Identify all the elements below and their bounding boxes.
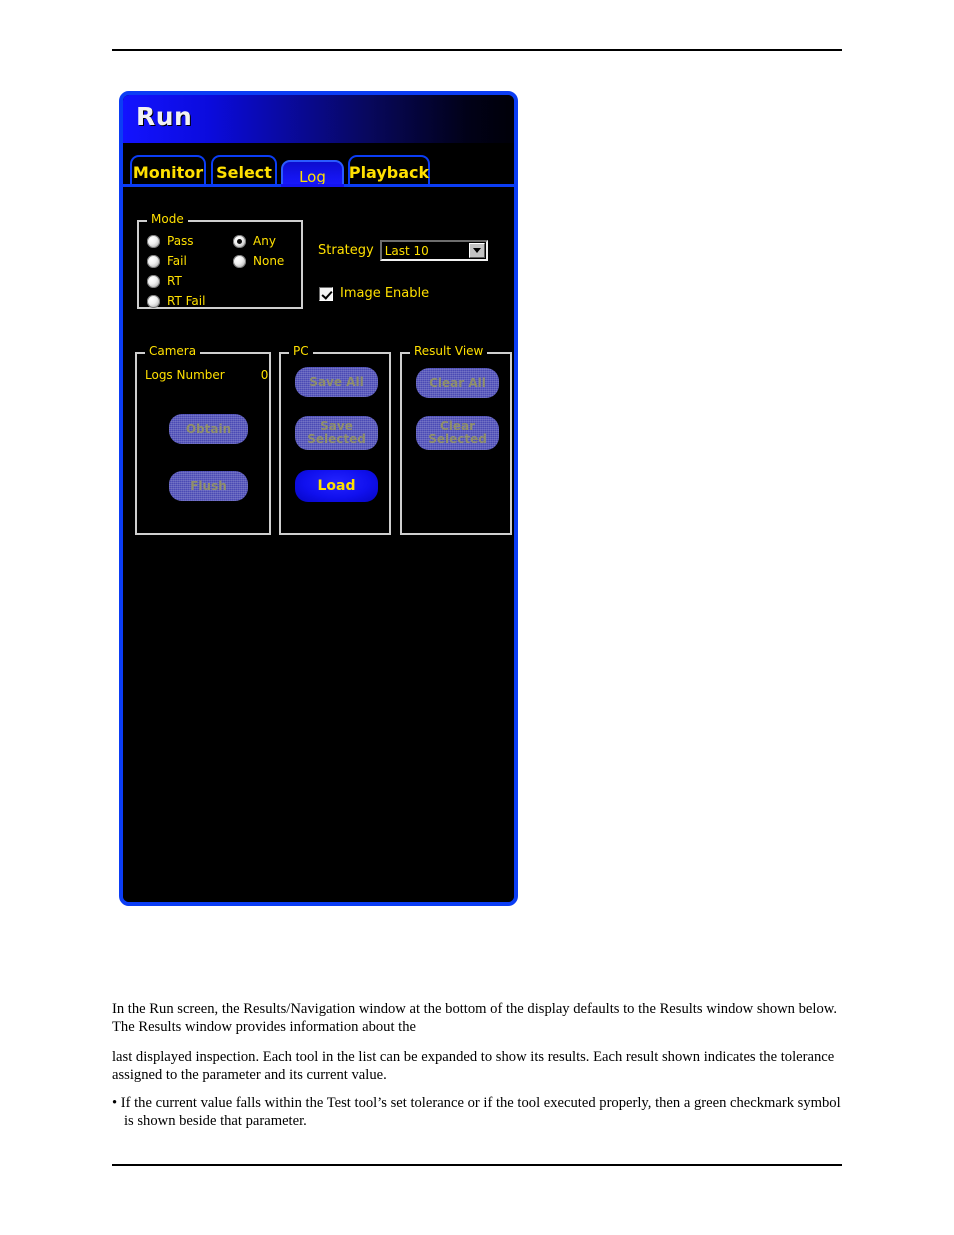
body-paragraph-2: last displayed inspection. Each tool in … — [112, 1049, 835, 1083]
page-rule-bottom — [112, 1164, 842, 1166]
logs-number-value: 0 — [260, 368, 269, 382]
radio-pass[interactable]: Pass — [147, 234, 194, 248]
body-bullet-1: • If the current value falls within the … — [112, 1095, 841, 1129]
logs-number-label: Logs Number — [145, 368, 225, 382]
radio-any[interactable]: Any — [233, 234, 276, 248]
page-title: Run — [136, 102, 193, 131]
obtain-button-label: Obtain — [185, 421, 232, 436]
logs-number-row: Logs Number 0 — [145, 368, 268, 382]
load-button-label: Load — [317, 477, 356, 494]
radio-rt-fail[interactable]: RT Fail — [147, 294, 205, 308]
radio-rt-fail-label: RT Fail — [167, 294, 206, 308]
radio-pass-label: Pass — [167, 234, 194, 248]
strategy-label: Strategy — [318, 243, 374, 258]
camera-group-title: Camera — [145, 344, 201, 358]
run-screen-window: Run Monitor Select Log Playback Mode Pas… — [119, 91, 518, 906]
strategy-select[interactable]: Last 10 — [379, 240, 488, 261]
clear-all-button-label: Clear All — [429, 375, 486, 390]
chevron-down-icon[interactable] — [468, 243, 485, 258]
mode-group-title: Mode — [147, 212, 188, 226]
tab-monitor[interactable]: Monitor — [130, 155, 206, 187]
save-selected-button-label: Save Selected — [307, 419, 366, 446]
radio-fail[interactable]: Fail — [147, 254, 187, 268]
radio-none-icon — [233, 254, 246, 268]
radio-none[interactable]: None — [233, 254, 284, 268]
image-enable-row[interactable]: Image Enable — [319, 286, 429, 301]
camera-group: Camera Logs Number 0 Obtain Flush — [135, 344, 271, 535]
result-view-group: Result View Clear All Clear Selected — [400, 344, 512, 535]
flush-button[interactable]: Flush — [169, 471, 248, 501]
save-all-button-label: Save All — [309, 374, 364, 389]
radio-rt-label: RT — [167, 274, 182, 288]
radio-fail-label: Fail — [167, 254, 187, 268]
clear-selected-button-label: Clear Selected — [428, 419, 487, 446]
save-selected-button[interactable]: Save Selected — [295, 416, 378, 450]
strategy-row: Strategy Last 10 — [318, 240, 488, 261]
obtain-button[interactable]: Obtain — [169, 414, 248, 444]
body-paragraph-1: In the Run screen, the Results/Navigatio… — [112, 1001, 837, 1035]
tab-bar: Monitor Select Log Playback — [123, 151, 514, 189]
radio-none-label: None — [253, 254, 285, 268]
tab-content-log: Mode Pass Fail RT RT Fail Any None Strat… — [123, 187, 514, 902]
window-titlebar: Run — [123, 95, 514, 143]
pc-group: PC Save All Save Selected Load — [279, 344, 391, 535]
save-all-button[interactable]: Save All — [295, 367, 378, 397]
image-enable-label: Image Enable — [340, 286, 430, 301]
tab-playback[interactable]: Playback — [348, 155, 430, 187]
load-button[interactable]: Load — [295, 470, 378, 502]
clear-all-button[interactable]: Clear All — [416, 368, 499, 398]
result-view-group-title: Result View — [410, 344, 488, 358]
radio-rt-fail-icon — [147, 294, 160, 308]
tab-monitor-label: Monitor — [132, 162, 204, 182]
image-enable-checkbox[interactable] — [319, 286, 333, 301]
tab-select-label: Select — [216, 162, 272, 182]
radio-any-icon — [233, 234, 246, 248]
radio-fail-icon — [147, 254, 160, 268]
pc-group-title: PC — [289, 344, 313, 358]
strategy-value: Last 10 — [384, 243, 429, 258]
tab-playback-label: Playback — [348, 162, 430, 182]
clear-selected-button[interactable]: Clear Selected — [416, 416, 499, 450]
mode-group: Mode Pass Fail RT RT Fail Any None — [137, 212, 303, 309]
radio-rt[interactable]: RT — [147, 274, 182, 288]
radio-rt-icon — [147, 274, 160, 288]
page-rule-top — [112, 49, 842, 51]
radio-any-label: Any — [253, 234, 276, 248]
tab-select[interactable]: Select — [211, 155, 277, 187]
radio-pass-icon — [147, 234, 160, 248]
flush-button-label: Flush — [190, 478, 227, 493]
